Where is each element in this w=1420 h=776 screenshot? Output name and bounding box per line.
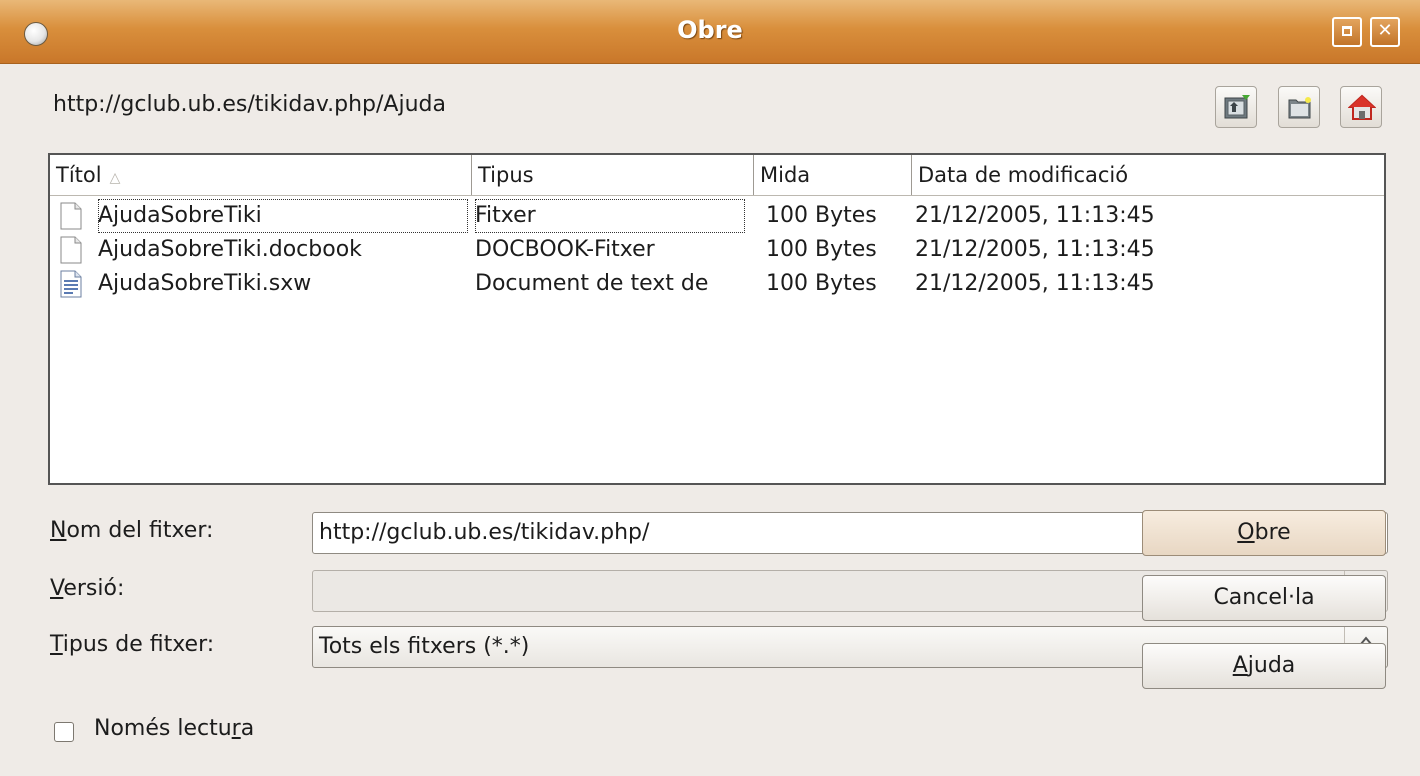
cancel-button[interactable]: Cancel·la [1142, 575, 1386, 621]
filename-label-text: om del fitxer: [66, 518, 214, 543]
column-header-title-label: Títol [56, 163, 102, 187]
close-button[interactable]: ✕ [1370, 17, 1400, 47]
help-button-text: juda [1247, 653, 1296, 678]
open-button-text: bre [1254, 520, 1291, 545]
file-date: 21/12/2005, 11:13:45 [915, 271, 1155, 296]
readonly-label-tail: a [240, 716, 255, 741]
title-bar[interactable]: Obre ✕ [0, 0, 1420, 64]
window-title: Obre [677, 16, 743, 44]
file-type: DOCBOOK-Fitxer [475, 237, 655, 262]
version-label: Versió: [50, 576, 124, 601]
readonly-label-text: Només lectu [94, 716, 232, 741]
file-type: Document de text de [475, 271, 709, 296]
filetype-label: Tipus de fitxer: [50, 632, 214, 657]
filename-input[interactable]: http://gclub.ub.es/tikidav.php/ [319, 513, 649, 553]
file-list[interactable]: Títol △ Tipus Mida Data de modificació Aj… [48, 153, 1386, 485]
file-type: Fitxer [475, 199, 745, 233]
open-button[interactable]: Obre [1142, 510, 1386, 556]
current-path: http://gclub.ub.es/tikidav.php/Ajuda [53, 92, 446, 117]
blank-file-icon [60, 202, 82, 230]
column-header-date[interactable]: Data de modificació [912, 155, 1384, 195]
blank-file-icon [60, 236, 82, 264]
filetype-value: Tots els fitxers (*.*) [319, 634, 530, 659]
file-row[interactable]: AjudaSobreTiki.docbook DOCBOOK-Fitxer 10… [50, 233, 1384, 267]
readonly-label[interactable]: Només lectura [94, 716, 254, 741]
file-row[interactable]: AjudaSobreTiki Fitxer 100 Bytes 21/12/20… [50, 199, 1384, 233]
version-label-text: ersió: [63, 576, 125, 601]
readonly-label-accel: r [231, 716, 241, 741]
file-name: AjudaSobreTiki [98, 199, 468, 233]
file-size: 100 Bytes [766, 271, 877, 296]
file-date: 21/12/2005, 11:13:45 [915, 203, 1155, 228]
file-name: AjudaSobreTiki.sxw [98, 271, 312, 296]
column-header-title[interactable]: Títol △ [50, 155, 472, 195]
home-button[interactable] [1340, 86, 1382, 128]
help-button[interactable]: Ajuda [1142, 643, 1386, 689]
filetype-label-accel: T [50, 632, 63, 657]
column-header-type[interactable]: Tipus [472, 155, 754, 195]
readonly-checkbox[interactable] [54, 722, 74, 742]
column-header-size[interactable]: Mida [754, 155, 912, 195]
sort-ascending-icon: △ [109, 170, 121, 186]
new-folder-button[interactable] [1278, 86, 1320, 128]
open-dialog: Obre ✕ http://gclub.ub.es/tikidav.php/Aj… [0, 0, 1420, 776]
maximize-button[interactable] [1332, 17, 1362, 47]
version-label-accel: V [50, 576, 64, 601]
maximize-icon [1342, 26, 1352, 36]
filename-label: Nom del fitxer: [50, 518, 213, 543]
home-icon [1348, 94, 1376, 120]
file-list-header: Títol △ Tipus Mida Data de modificació [50, 155, 1384, 196]
text-document-icon [60, 270, 82, 298]
folder-up-button[interactable] [1215, 86, 1257, 128]
file-row[interactable]: AjudaSobreTiki.sxw Document de text de 1… [50, 267, 1384, 301]
new-folder-icon [1288, 97, 1311, 119]
filename-label-accel: N [50, 518, 67, 543]
close-icon: ✕ [1377, 20, 1393, 41]
file-size: 100 Bytes [766, 237, 877, 262]
filetype-label-text: ipus de fitxer: [62, 632, 215, 657]
open-button-accel: O [1237, 520, 1255, 545]
help-button-accel: A [1232, 653, 1248, 678]
file-size: 100 Bytes [766, 203, 877, 228]
folder-up-icon [1224, 95, 1250, 119]
file-name: AjudaSobreTiki.docbook [98, 237, 362, 262]
file-date: 21/12/2005, 11:13:45 [915, 237, 1155, 262]
